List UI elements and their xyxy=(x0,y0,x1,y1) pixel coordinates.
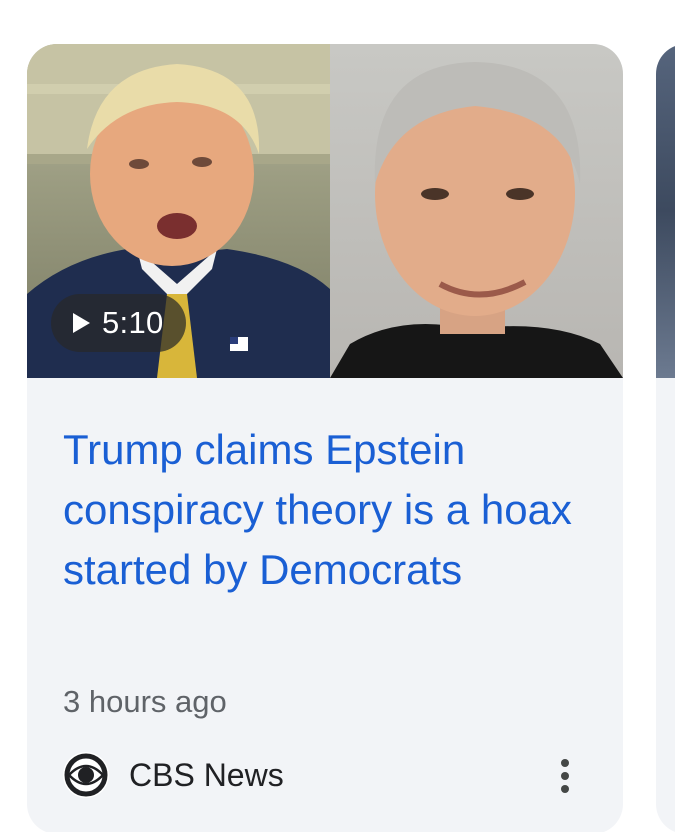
photo-epstein xyxy=(330,44,623,378)
more-vertical-icon xyxy=(561,759,569,767)
story-thumbnail[interactable]: 5:10 xyxy=(27,44,623,378)
next-story-card-peek[interactable] xyxy=(656,44,675,832)
video-duration: 5:10 xyxy=(102,305,164,340)
photo-epstein-illustration xyxy=(330,62,623,378)
news-story-card[interactable]: 5:10 Trump claims Epstein conspiracy the… xyxy=(27,44,623,832)
story-timestamp: 3 hours ago xyxy=(63,684,227,719)
story-source[interactable]: CBS News xyxy=(63,752,284,798)
more-options-button[interactable] xyxy=(549,750,581,802)
source-name: CBS News xyxy=(129,756,284,793)
video-duration-badge[interactable]: 5:10 xyxy=(51,294,186,352)
next-story-thumbnail xyxy=(656,44,675,378)
story-headline[interactable]: Trump claims Epstein conspiracy theory i… xyxy=(63,420,583,600)
cbs-eye-logo-icon xyxy=(63,752,109,798)
play-icon xyxy=(73,313,90,333)
news-carousel: 5:10 Trump claims Epstein conspiracy the… xyxy=(0,0,675,832)
